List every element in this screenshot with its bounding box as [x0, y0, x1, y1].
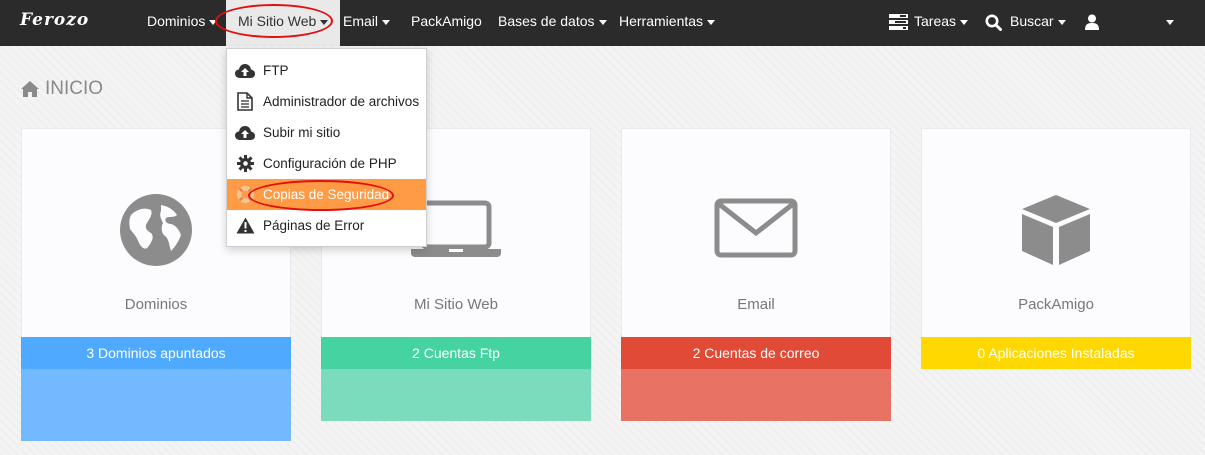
card-email[interactable]: Email 2 Cuentas de correo — [621, 128, 891, 421]
top-navbar: Ferozo Dominios Mi Sitio Web Email PackA… — [0, 0, 1205, 46]
nav-tareas[interactable]: Tareas — [889, 0, 969, 46]
caret-down-icon — [1057, 19, 1066, 25]
warning-icon — [236, 217, 254, 234]
card-label: Email — [737, 296, 775, 313]
caret-down-icon — [1166, 19, 1174, 25]
envelope-icon — [622, 191, 890, 269]
menu-item-label: Subir mi sitio — [263, 125, 341, 140]
caret-down-icon — [320, 19, 329, 25]
nav-label: Bases de datos — [498, 13, 595, 29]
card-label: PackAmigo — [1018, 296, 1094, 313]
caret-down-icon — [960, 19, 969, 25]
menu-item-label: Páginas de Error — [263, 218, 365, 233]
page-title-text: INICIO — [45, 78, 104, 99]
menu-item-copias-de-seguridad[interactable]: Copias de Seguridad — [227, 179, 426, 210]
nav-label: Mi Sitio Web — [238, 13, 317, 29]
card-stat[interactable]: 0 Aplicaciones Instaladas — [921, 337, 1191, 369]
caret-down-icon — [382, 19, 391, 25]
menu-item-label: FTP — [263, 63, 289, 78]
card-label: Mi Sitio Web — [414, 296, 498, 313]
card-stat[interactable]: 2 Cuentas Ftp — [321, 337, 591, 369]
nav-mi-sitio-web[interactable]: Mi Sitio Web — [226, 0, 341, 46]
lifebuoy-icon — [236, 186, 254, 203]
nav-packamigo[interactable]: PackAmigo — [411, 0, 482, 46]
brand-logo[interactable]: Ferozo — [20, 10, 89, 30]
menu-item-label: Copias de Seguridad — [263, 187, 390, 202]
menu-item-ftp[interactable]: FTP — [227, 55, 426, 86]
menu-item-label: Configuración de PHP — [263, 156, 397, 171]
tasks-icon — [889, 14, 908, 31]
nav-bases-de-datos[interactable]: Bases de datos — [498, 0, 607, 46]
gear-icon — [236, 155, 254, 172]
cloud-upload-icon — [235, 125, 255, 140]
nav-label: Herramientas — [619, 13, 704, 29]
card-footer — [21, 369, 291, 441]
page-title: INICIO — [21, 78, 103, 100]
card-label: Dominios — [124, 296, 188, 313]
menu-item-subir-mi-sitio[interactable]: Subir mi sitio — [227, 117, 426, 148]
nav-herramientas[interactable]: Herramientas — [619, 0, 716, 46]
user-dropdown-toggle[interactable] — [1162, 0, 1174, 46]
nav-email[interactable]: Email — [343, 0, 391, 46]
cube-icon — [922, 191, 1190, 269]
home-icon — [21, 81, 39, 97]
menu-item-administrador-de-archivos[interactable]: Administrador de archivos — [227, 86, 426, 117]
nav-label: Dominios — [147, 13, 206, 29]
menu-item-paginas-de-error[interactable]: Páginas de Error — [227, 210, 426, 241]
card-stat[interactable]: 3 Dominios apuntados — [21, 337, 291, 369]
mi-sitio-web-dropdown: FTP Administrador de archivos Subir mi s… — [226, 48, 427, 247]
caret-down-icon — [707, 19, 716, 25]
nav-label: PackAmigo — [411, 13, 482, 29]
search-icon — [985, 14, 1002, 31]
caret-down-icon — [598, 19, 607, 25]
caret-down-icon — [209, 19, 218, 25]
file-icon — [237, 92, 253, 111]
card-packamigo[interactable]: PackAmigo 0 Aplicaciones Instaladas — [921, 128, 1191, 369]
card-footer — [321, 369, 591, 421]
nav-dominios[interactable]: Dominios — [147, 0, 218, 46]
nav-label: Email — [343, 13, 379, 29]
nav-user-menu[interactable] — [1085, 0, 1099, 46]
nav-label: Tareas — [914, 13, 957, 29]
card-footer — [621, 369, 891, 421]
nav-buscar[interactable]: Buscar — [985, 0, 1066, 46]
menu-item-label: Administrador de archivos — [263, 94, 420, 109]
user-icon — [1085, 14, 1099, 31]
nav-label: Buscar — [1010, 13, 1054, 29]
cloud-upload-icon — [235, 63, 255, 78]
menu-item-configuracion-de-php[interactable]: Configuración de PHP — [227, 148, 426, 179]
card-stat[interactable]: 2 Cuentas de correo — [621, 337, 891, 369]
